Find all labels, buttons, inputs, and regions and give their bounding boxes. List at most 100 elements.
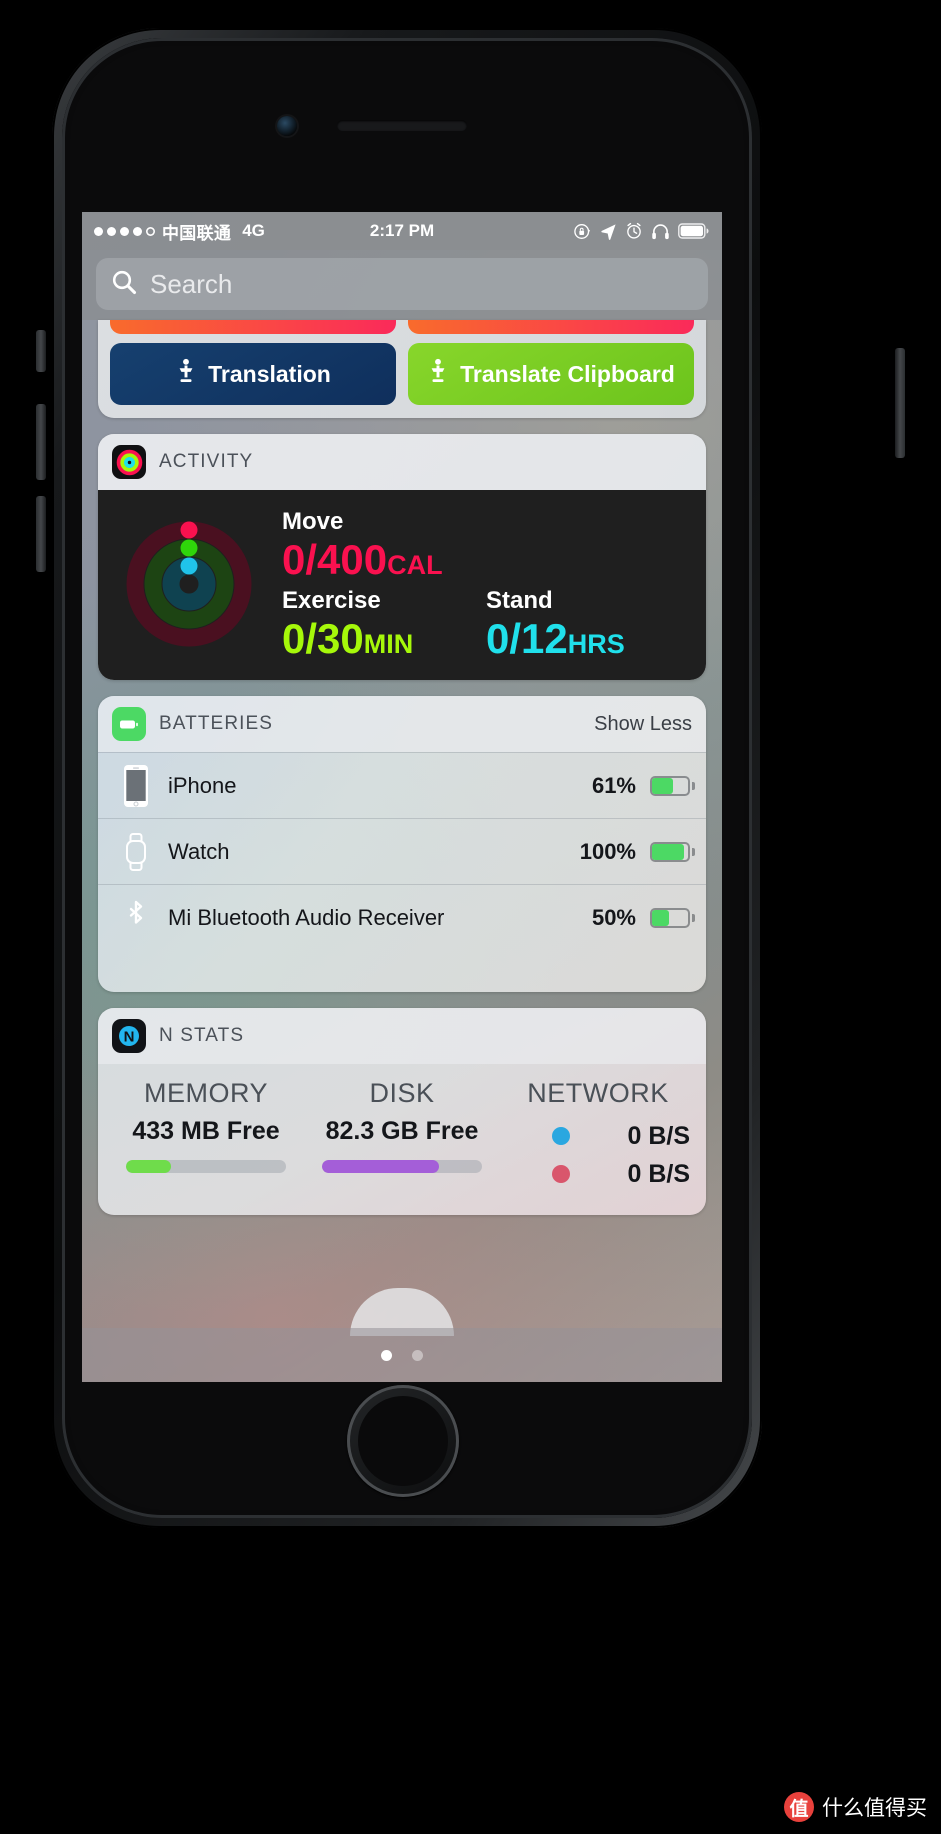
battery-percent: 100% [579, 838, 636, 864]
network-upload-value: 0 B/S [627, 1159, 690, 1188]
batteries-title: BATTERIES [159, 713, 274, 735]
network-header: NETWORK [527, 1078, 669, 1109]
bluetooth-icon [114, 898, 158, 938]
show-less-button[interactable]: Show Less [594, 713, 692, 736]
download-dot-icon [552, 1127, 570, 1146]
network-upload-row: 0 B/S [500, 1155, 696, 1193]
disk-bar [322, 1160, 482, 1174]
battery-gauge [650, 841, 695, 862]
network-download-row: 0 B/S [500, 1117, 696, 1155]
network-column: NETWORK 0 B/S 0 B/S [500, 1078, 696, 1193]
svg-text:N: N [124, 1029, 135, 1046]
translate-icon [175, 358, 197, 390]
home-button[interactable] [347, 1385, 459, 1497]
page-indicator[interactable] [82, 1328, 722, 1382]
activity-title: ACTIVITY [159, 451, 254, 472]
battery-device-name: Watch [168, 838, 230, 864]
exercise-unit: MIN [363, 629, 414, 660]
translate-clipboard-button[interactable]: Translate Clipboard [408, 343, 694, 405]
move-label: Move [282, 508, 344, 535]
stand-value: 0/12HRS [486, 615, 690, 662]
n-stats-title: N STATS [159, 1025, 245, 1047]
memory-column: MEMORY 433 MB Free [108, 1078, 304, 1193]
battery-gauge [650, 775, 695, 796]
widget-n-stats[interactable]: N N STATS MEMORY 433 MB Free DISK 82.3 G… [98, 1008, 706, 1216]
activity-header: ACTIVITY [98, 434, 706, 490]
today-view-scroll[interactable]: 中国联通 4G 2:17 PM Search Translation Trans… [82, 212, 722, 1382]
earpiece-speaker [337, 120, 467, 131]
n-stats-body: MEMORY 433 MB Free DISK 82.3 GB Free NET… [98, 1064, 706, 1215]
memory-bar [126, 1160, 286, 1174]
page-dot-1[interactable] [381, 1349, 392, 1361]
disk-column: DISK 82.3 GB Free [304, 1078, 500, 1193]
mute-switch[interactable] [36, 330, 46, 372]
front-camera [277, 116, 297, 136]
translate-top-row-clipped [110, 320, 694, 334]
translate-clipboard-button-label: Translate Clipboard [460, 360, 675, 387]
battery-app-icon [112, 707, 146, 742]
iphone-icon [114, 764, 158, 808]
batteries-header: BATTERIES Show Less [98, 696, 706, 753]
headphones-icon [651, 222, 670, 241]
widget-list: Translation Translate Clipboard ACTIVITY… [82, 320, 722, 1216]
battery-percent: 50% [591, 904, 636, 930]
search-placeholder: Search [150, 268, 233, 299]
translate-button-partial-left[interactable] [110, 320, 396, 334]
n-stats-icon: N [112, 1019, 146, 1054]
disk-value: 82.3 GB Free [325, 1117, 479, 1146]
battery-percent: 61% [591, 772, 636, 798]
exercise-value: 0/30MIN [282, 615, 486, 662]
page-dot-2[interactable] [412, 1349, 423, 1361]
search-icon [110, 268, 138, 301]
move-number: 0/400 [282, 536, 388, 583]
activity-rings-graphic [114, 509, 264, 659]
table-row[interactable]: Mi Bluetooth Audio Receiver 50% [98, 884, 706, 950]
watch-icon [114, 831, 158, 873]
exercise-label: Exercise [282, 587, 381, 615]
widget-translate[interactable]: Translation Translate Clipboard [98, 320, 706, 418]
watermark-text: 什么值得买 [822, 1797, 927, 1820]
activity-metrics: Move 0/400CAL Exercise 0/30MIN Stand 0/1… [282, 506, 690, 662]
network-type-label: 4G [242, 221, 265, 240]
translate-button-partial-right[interactable] [408, 320, 694, 334]
move-value: 0/400CAL [282, 536, 690, 583]
location-arrow-icon [600, 223, 617, 240]
activity-rings-icon [112, 445, 146, 479]
widget-activity[interactable]: ACTIVITY Move 0/400CAL Exercise 0/30MIN … [98, 434, 706, 681]
memory-header: MEMORY [143, 1078, 268, 1109]
stand-number: 0/12 [486, 615, 568, 663]
widget-batteries[interactable]: BATTERIES Show Less iPhone 61% Watch 100… [98, 696, 706, 993]
upload-dot-icon [552, 1165, 570, 1184]
battery-icon [678, 223, 710, 239]
volume-up-button[interactable] [36, 404, 46, 480]
exercise-metric: Exercise 0/30MIN [282, 587, 486, 662]
battery-device-name: iPhone [168, 772, 237, 798]
status-bar: 中国联通 4G 2:17 PM [82, 212, 722, 250]
watermark-badge: 值 [784, 1792, 814, 1822]
stand-metric: Stand 0/12HRS [486, 587, 690, 662]
power-button[interactable] [895, 348, 905, 458]
stand-unit: HRS [567, 629, 625, 660]
phone-screen: 中国联通 4G 2:17 PM Search Translation Trans… [82, 212, 722, 1382]
activity-body[interactable]: Move 0/400CAL Exercise 0/30MIN Stand 0/1… [98, 490, 706, 681]
translation-button[interactable]: Translation [110, 343, 396, 405]
battery-gauge [650, 907, 695, 928]
rotation-lock-icon [573, 222, 592, 241]
carrier-label: 中国联通 [162, 223, 232, 243]
search-input[interactable]: Search [96, 258, 708, 310]
table-row[interactable]: Watch 100% [98, 818, 706, 884]
volume-down-button[interactable] [36, 496, 46, 572]
table-row[interactable]: iPhone 61% [98, 752, 706, 818]
alarm-clock-icon [625, 222, 643, 240]
batteries-spacer [98, 950, 706, 992]
network-download-value: 0 B/S [627, 1121, 690, 1150]
disk-header: DISK [369, 1078, 435, 1109]
battery-device-name: Mi Bluetooth Audio Receiver [168, 904, 445, 930]
move-unit: CAL [387, 550, 443, 580]
translate-icon [427, 358, 449, 390]
translation-button-label: Translation [208, 360, 331, 387]
n-stats-header: N N STATS [98, 1008, 706, 1065]
watermark: 值 什么值得买 [784, 1792, 927, 1822]
stand-label: Stand [486, 587, 553, 615]
search-container: Search [82, 250, 722, 320]
